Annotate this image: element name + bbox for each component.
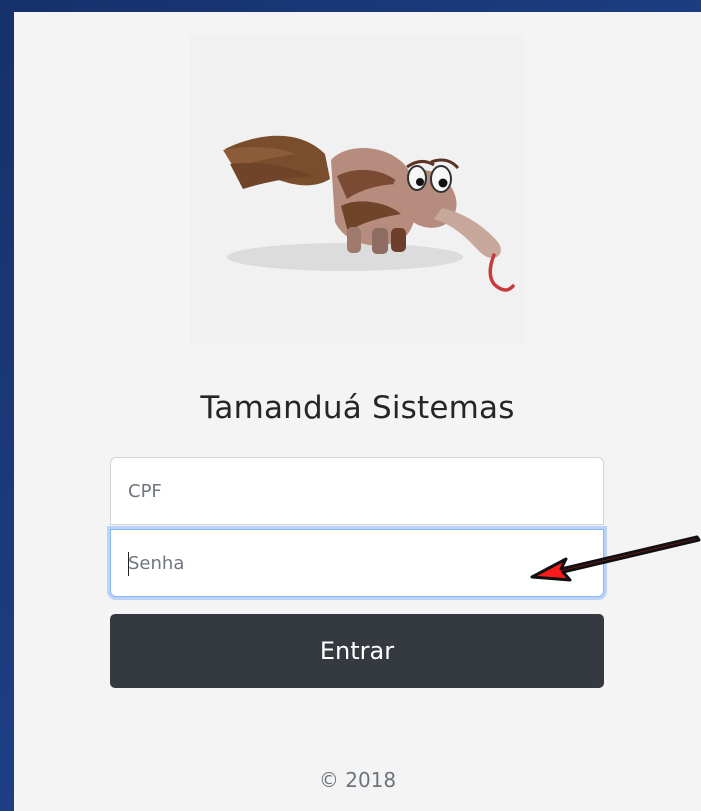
text-caret	[128, 552, 129, 576]
login-page: Tamanduá Sistemas Entrar © 2018	[14, 12, 701, 811]
anteater-icon	[223, 135, 515, 292]
red-arrow-icon	[530, 535, 701, 582]
login-button[interactable]: Entrar	[110, 614, 604, 688]
brand-title: Tamanduá Sistemas	[200, 390, 515, 426]
copyright-text: © 2018	[318, 768, 397, 792]
logo-container	[190, 34, 525, 344]
